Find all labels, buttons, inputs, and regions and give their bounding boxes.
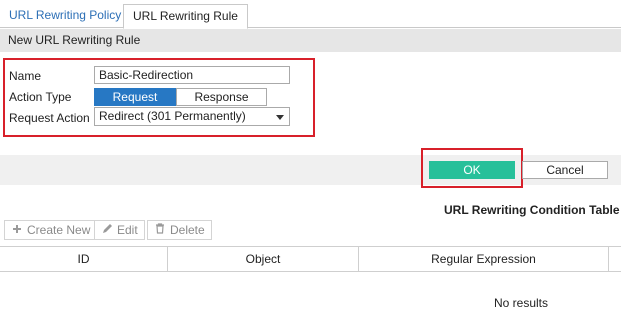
name-input[interactable]: Basic-Redirection bbox=[94, 66, 290, 84]
tab-url-rewriting-rule[interactable]: URL Rewriting Rule bbox=[123, 4, 248, 29]
action-type-label: Action Type bbox=[9, 90, 72, 104]
column-header-id[interactable]: ID bbox=[0, 247, 168, 271]
delete-button[interactable]: Delete bbox=[147, 220, 212, 240]
plus-icon bbox=[11, 221, 23, 239]
delete-label: Delete bbox=[170, 223, 205, 237]
response-action-toggle[interactable]: Response Action bbox=[176, 88, 267, 120]
name-label: Name bbox=[9, 69, 42, 83]
edit-label: Edit bbox=[117, 223, 138, 237]
url-rewriting-rule-page: URL Rewriting Policy URL Rewriting Rule … bbox=[0, 0, 621, 330]
empty-table-message: No results bbox=[494, 296, 549, 310]
edit-button[interactable]: Edit bbox=[94, 220, 145, 240]
request-action-toggle[interactable]: Request Action bbox=[94, 88, 176, 120]
create-new-label: Create New bbox=[27, 223, 91, 237]
section-title: New URL Rewriting Rule bbox=[0, 29, 621, 52]
create-new-button[interactable]: Create New bbox=[4, 220, 98, 240]
table-header: ID Object Regular Expression bbox=[0, 246, 621, 272]
tab-url-rewriting-policy[interactable]: URL Rewriting Policy bbox=[0, 4, 130, 29]
cancel-button[interactable]: Cancel bbox=[522, 161, 608, 179]
pencil-icon bbox=[101, 221, 113, 239]
request-action-label: Request Action bbox=[9, 111, 90, 125]
tab-bar: URL Rewriting Policy URL Rewriting Rule bbox=[0, 0, 621, 29]
condition-table-title: URL Rewriting Condition Table bbox=[444, 203, 620, 217]
ok-button[interactable]: OK bbox=[429, 161, 515, 179]
column-header-regular-expression[interactable]: Regular Expression bbox=[359, 247, 609, 271]
column-header-object[interactable]: Object bbox=[168, 247, 359, 271]
request-action-value: Redirect (301 Permanently) bbox=[99, 109, 246, 123]
trash-icon bbox=[154, 221, 166, 239]
chevron-down-icon bbox=[276, 115, 284, 120]
request-action-select[interactable]: Redirect (301 Permanently) bbox=[94, 107, 290, 126]
